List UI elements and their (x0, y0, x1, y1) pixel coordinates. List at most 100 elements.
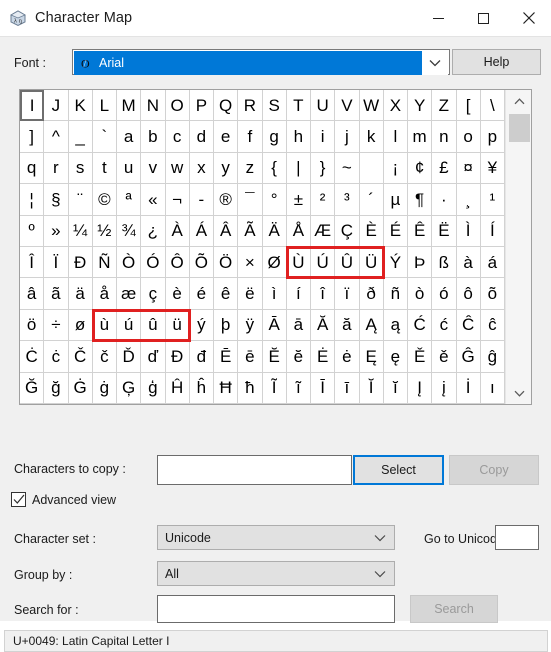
character-cell[interactable]: p (480, 121, 505, 153)
character-cell[interactable]: ì (262, 278, 287, 310)
character-cell[interactable]: ® (214, 184, 239, 216)
character-cell[interactable]: Ë (432, 215, 457, 247)
character-cell[interactable]: X (383, 90, 408, 122)
character-cell[interactable]: ß (432, 246, 457, 279)
character-cell[interactable]: į (432, 372, 457, 404)
character-cell[interactable]: ĭ (383, 372, 408, 404)
character-cell[interactable]: ³ (335, 184, 360, 216)
go-to-unicode-input[interactable] (495, 525, 539, 550)
character-cell[interactable]: j (335, 121, 360, 153)
character-cell[interactable]: ¾ (117, 215, 142, 247)
minimize-button[interactable] (416, 0, 461, 36)
character-cell[interactable]: í (286, 278, 311, 310)
character-cell[interactable]: Þ (408, 246, 433, 279)
character-cell[interactable]: Č (68, 341, 93, 373)
character-cell[interactable]: È (359, 215, 384, 247)
character-cell[interactable]: ¶ (408, 184, 433, 216)
character-cell[interactable]: f (238, 121, 263, 153)
character-cell[interactable]: O (165, 90, 190, 122)
character-cell[interactable]: ê (214, 278, 239, 310)
character-cell[interactable]: º (20, 215, 45, 247)
character-cell[interactable]: m (408, 121, 433, 153)
character-cell[interactable]: Ħ (214, 372, 239, 404)
character-cell[interactable]: À (165, 215, 190, 247)
character-cell[interactable]: ¬ (165, 184, 190, 216)
character-cell[interactable]: Ø (262, 246, 287, 279)
character-cell[interactable]: ô (456, 278, 481, 310)
character-cell[interactable]: © (92, 184, 117, 216)
character-cell[interactable]: Ċ (20, 341, 45, 373)
character-cell[interactable] (359, 152, 384, 185)
character-cell[interactable]: \ (480, 90, 505, 122)
character-cell[interactable]: Û (335, 246, 360, 279)
character-cell[interactable]: ° (262, 184, 287, 216)
character-cell[interactable]: ð (359, 278, 384, 310)
character-cell[interactable]: ğ (44, 372, 69, 404)
character-cell[interactable]: Ă (311, 309, 336, 342)
character-cell[interactable]: Ù (286, 246, 311, 279)
character-cell[interactable]: ĥ (189, 372, 214, 404)
character-cell[interactable]: ā (286, 309, 311, 342)
character-cell[interactable]: Î (20, 246, 45, 279)
character-cell[interactable]: - (189, 184, 214, 216)
character-cell[interactable]: ø (68, 309, 93, 342)
character-cell[interactable]: K (68, 90, 93, 122)
search-button[interactable]: Search (410, 595, 498, 623)
character-cell[interactable]: ī (335, 372, 360, 404)
character-cell[interactable]: ė (335, 341, 360, 373)
character-cell[interactable]: ü (165, 309, 190, 342)
character-cell[interactable]: V (335, 90, 360, 122)
character-cell[interactable]: ÿ (238, 309, 263, 342)
character-cell[interactable]: ģ (141, 372, 166, 404)
character-cell[interactable]: » (44, 215, 69, 247)
character-cell[interactable]: u (117, 152, 142, 185)
character-cell[interactable]: Ä (262, 215, 287, 247)
character-cell[interactable]: ÷ (44, 309, 69, 342)
character-cell[interactable]: ę (383, 341, 408, 373)
character-cell[interactable]: ñ (383, 278, 408, 310)
character-cell[interactable]: ö (20, 309, 45, 342)
character-cell[interactable]: á (480, 246, 505, 279)
character-cell[interactable]: { (262, 152, 287, 185)
character-cell[interactable]: ~ (335, 152, 360, 185)
group-by-combobox[interactable]: All (157, 561, 395, 586)
character-cell[interactable]: ² (311, 184, 336, 216)
character-cell[interactable]: ä (68, 278, 93, 310)
character-cell[interactable]: _ (68, 121, 93, 153)
character-cell[interactable]: ï (335, 278, 360, 310)
character-cell[interactable]: ¸ (456, 184, 481, 216)
character-cell[interactable]: w (165, 152, 190, 185)
character-cell[interactable]: ¨ (68, 184, 93, 216)
character-cell[interactable]: ` (92, 121, 117, 153)
character-cell[interactable]: è (165, 278, 190, 310)
character-cell[interactable]: N (141, 90, 166, 122)
character-cell[interactable]: i (311, 121, 336, 153)
character-cell[interactable]: Ġ (68, 372, 93, 404)
character-cell[interactable]: č (92, 341, 117, 373)
character-cell[interactable]: £ (432, 152, 457, 185)
character-cell[interactable]: ă (335, 309, 360, 342)
character-cell[interactable]: ě (432, 341, 457, 373)
character-cell[interactable]: × (238, 246, 263, 279)
character-cell[interactable]: ò (408, 278, 433, 310)
character-cell[interactable]: ± (286, 184, 311, 216)
advanced-view-checkbox[interactable] (11, 492, 26, 507)
character-cell[interactable]: R (238, 90, 263, 122)
character-cell[interactable]: } (311, 152, 336, 185)
character-cell[interactable]: T (286, 90, 311, 122)
character-cell[interactable]: Ć (408, 309, 433, 342)
character-cell[interactable]: Ü (359, 246, 384, 279)
advanced-view-row[interactable]: Advanced view (11, 492, 116, 507)
character-cell[interactable]: Ì (456, 215, 481, 247)
character-cell[interactable]: a (117, 121, 142, 153)
font-combobox-selection[interactable]: O / Arial (74, 51, 424, 75)
character-cell[interactable]: ċ (44, 341, 69, 373)
character-cell[interactable]: Õ (189, 246, 214, 279)
character-cell[interactable]: Ð (68, 246, 93, 279)
character-cell[interactable]: « (141, 184, 166, 216)
character-cell[interactable]: Å (286, 215, 311, 247)
character-cell[interactable]: Y (408, 90, 433, 122)
character-cell[interactable]: r (44, 152, 69, 185)
character-cell[interactable]: ª (117, 184, 142, 216)
scroll-up-icon[interactable] (506, 90, 533, 112)
